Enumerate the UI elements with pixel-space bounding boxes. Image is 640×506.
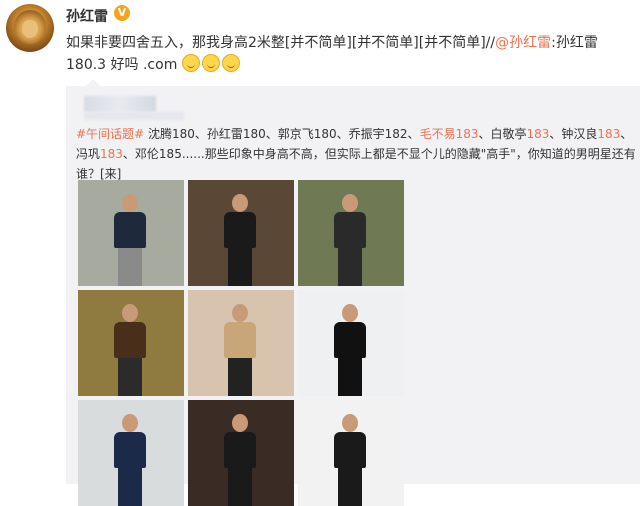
repost-text-part: 、白敬亭	[478, 127, 527, 141]
figure-suit	[224, 212, 256, 248]
figure-head	[232, 194, 248, 212]
figure-suit	[334, 212, 366, 248]
figure-pants	[228, 468, 252, 506]
photo-thumbnail[interactable]	[298, 400, 404, 506]
figure-pants	[118, 248, 142, 286]
figure-pants	[118, 358, 142, 396]
figure-pants	[228, 248, 252, 286]
photo-thumbnail[interactable]	[188, 180, 294, 286]
photo-thumbnail[interactable]	[298, 180, 404, 286]
figure-head	[122, 304, 138, 322]
photo-thumbnail[interactable]	[188, 400, 294, 506]
post-text-part: 如果非要四舍五入，那我身高2米整[并不简单][并不简单][并不简单]//	[66, 35, 496, 51]
hashtag-link[interactable]: #午间话题#	[76, 127, 144, 141]
post-text: 如果非要四舍五入，那我身高2米整[并不简单][并不简单][并不简单]//@孙红雷…	[66, 32, 632, 76]
blurred-username	[84, 96, 156, 112]
figure-suit	[224, 432, 256, 468]
figure-head	[122, 414, 138, 432]
lion-face	[22, 20, 38, 38]
photo-thumbnail[interactable]	[78, 400, 184, 506]
photo-thumbnail[interactable]	[298, 290, 404, 396]
figure-head	[342, 194, 358, 212]
figure-head	[232, 304, 248, 322]
figure-head	[232, 414, 248, 432]
mention-link[interactable]: @孙红雷	[495, 35, 551, 51]
repost-text-part: 、钟汉良	[549, 127, 598, 141]
figure-pants	[338, 468, 362, 506]
highlight-text: 183	[526, 127, 550, 141]
figure-suit	[334, 322, 366, 358]
figure-suit	[114, 322, 146, 358]
avatar[interactable]	[6, 4, 54, 52]
smile-emoji-icon	[201, 54, 220, 72]
blurred-meta	[84, 112, 184, 120]
figure-pants	[338, 248, 362, 286]
figure-pants	[338, 358, 362, 396]
figure-suit	[114, 212, 146, 248]
figure-head	[342, 414, 358, 432]
repost-text-part: 、邓伦185......那些印象中身高不高，但实际上都是不显个儿的隐藏"高手"，…	[76, 147, 636, 181]
repost-card: #午间话题# 沈腾180、孙红雷180、郭京飞180、乔振宇182、毛不易183…	[66, 79, 640, 506]
highlight-text: 183	[100, 147, 123, 161]
highlight-text: 毛不易183	[419, 127, 479, 141]
repost-text: #午间话题# 沈腾180、孙红雷180、郭京飞180、乔振宇182、毛不易183…	[76, 124, 636, 184]
photo-thumbnail[interactable]	[188, 290, 294, 396]
figure-suit	[224, 322, 256, 358]
figure-suit	[114, 432, 146, 468]
figure-suit	[334, 432, 366, 468]
photo-thumbnail[interactable]	[78, 180, 184, 286]
smile-emoji-icon	[181, 54, 200, 72]
smile-emoji-icon	[221, 54, 240, 72]
verified-badge-icon: V	[114, 5, 130, 21]
link-text[interactable]: .com	[143, 57, 177, 73]
highlight-text: 183	[597, 127, 621, 141]
repost-arrow	[86, 79, 100, 86]
photo-thumbnail[interactable]	[78, 290, 184, 396]
repost-text-part: 沈腾180、孙红雷180、郭京飞180、乔振宇182、	[144, 127, 420, 141]
figure-pants	[228, 358, 252, 396]
username[interactable]: 孙红雷	[66, 6, 108, 26]
figure-pants	[118, 468, 142, 506]
figure-head	[122, 194, 138, 212]
figure-head	[342, 304, 358, 322]
